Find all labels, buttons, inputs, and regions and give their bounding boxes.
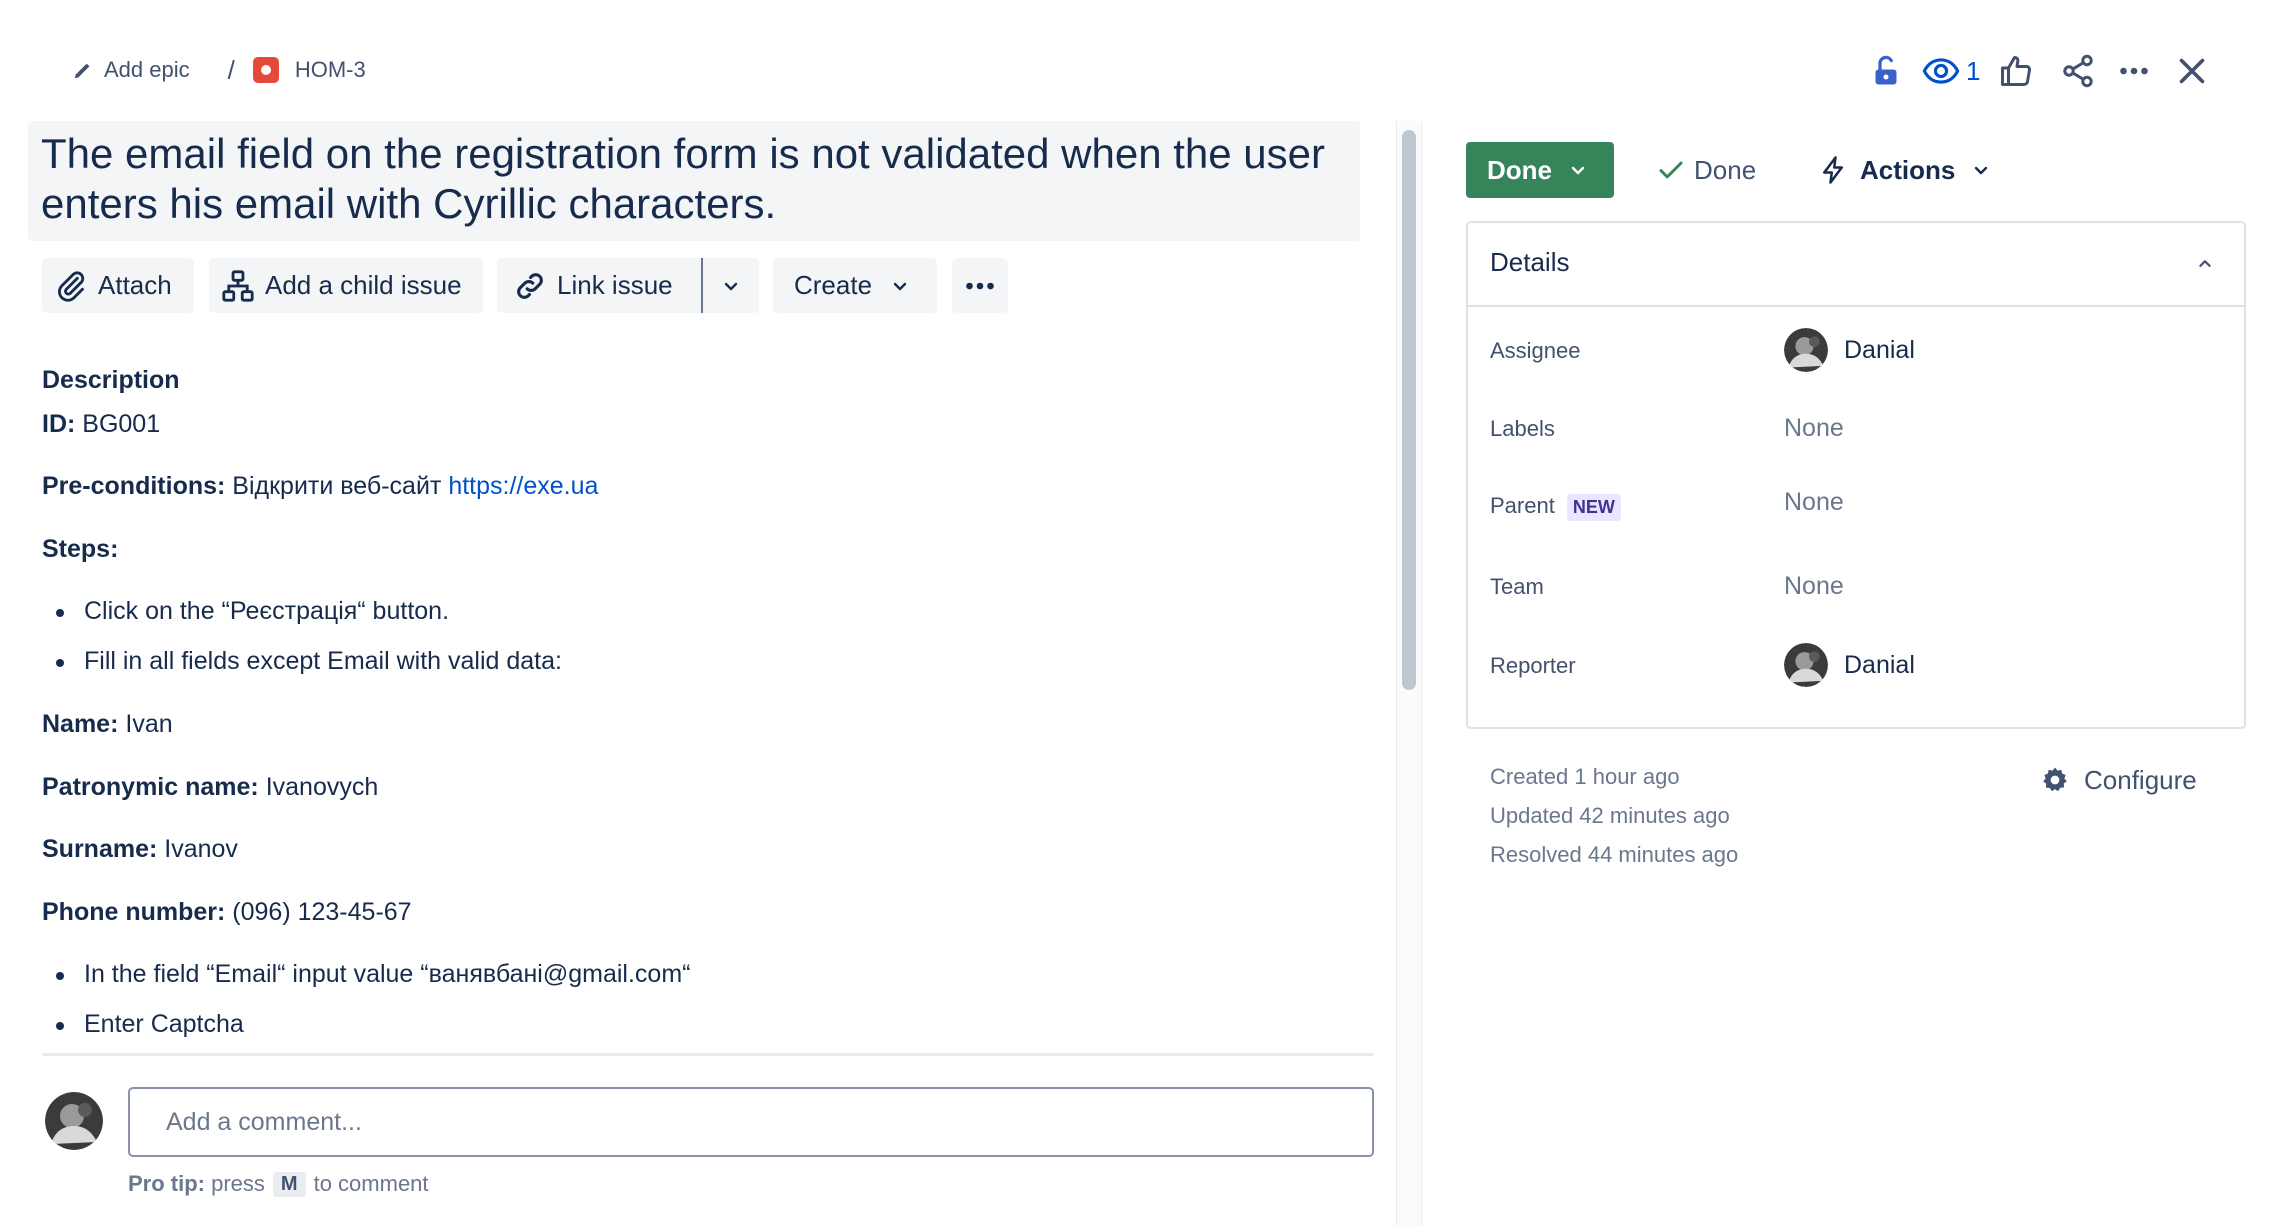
add-epic-link[interactable]: Add epic [104, 57, 190, 83]
issue-key-link[interactable]: HOM-3 [295, 57, 366, 83]
reporter-name: Danial [1844, 650, 1915, 679]
list-item: In the field “Email“ input value “ванявб… [42, 960, 690, 989]
close-icon[interactable] [2174, 46, 2210, 96]
parent-value[interactable]: None [1784, 488, 1844, 517]
add-child-issue-label: Add a child issue [265, 270, 462, 300]
paperclip-icon [58, 270, 85, 302]
status-label: Done [1487, 154, 1552, 185]
assignee-label: Assignee [1490, 338, 1581, 363]
site-link[interactable]: https://exe.ua [448, 472, 598, 500]
bug-icon [252, 57, 279, 83]
details-title: Details [1490, 247, 1570, 277]
field-surname: Surname: Ivanov [42, 835, 238, 863]
labels-value[interactable]: None [1784, 414, 1844, 443]
field-phone: Phone number: (096) 123-45-67 [42, 898, 412, 926]
breadcrumb: Add epic / HOM-3 [72, 52, 366, 88]
configure-label: Configure [2084, 764, 2197, 795]
lightning-icon [1823, 156, 1843, 184]
new-badge: NEW [1566, 493, 1621, 521]
status-button[interactable]: Done [1466, 142, 1614, 198]
details-header[interactable]: Details [1468, 223, 2244, 307]
eye-icon [1922, 58, 1960, 84]
chevron-up-icon [2199, 260, 2211, 267]
issue-header-actions: 1 [1848, 46, 2288, 96]
more-actions-button[interactable] [952, 258, 1008, 313]
gear-icon [2043, 767, 2067, 792]
watch-button[interactable]: 1 [1922, 46, 1980, 96]
add-child-issue-button[interactable]: Add a child issue [209, 258, 483, 313]
resolved-timestamp: Resolved 44 minutes ago [1490, 842, 1739, 867]
labels-label: Labels [1490, 416, 1555, 441]
team-value[interactable]: None [1784, 572, 1844, 601]
resolution-status: Done [1656, 142, 1756, 198]
avatar [45, 1092, 103, 1150]
reporter-field[interactable]: Danial [1784, 640, 1915, 690]
unlock-icon[interactable] [1868, 46, 1904, 96]
keyboard-key: M [272, 1171, 306, 1197]
team-label: Team [1490, 574, 1544, 599]
description-preconditions: Pre-conditions: Відкрити веб-сайт https:… [42, 472, 599, 500]
more-icon [966, 282, 994, 289]
chevron-down-icon [1975, 166, 1988, 175]
comment-divider [42, 1053, 1374, 1056]
attach-button[interactable]: Attach [42, 258, 194, 313]
actions-label: Actions [1860, 154, 1956, 185]
updated-timestamp: Updated 42 minutes ago [1490, 803, 1730, 828]
avatar [1784, 643, 1828, 687]
attach-label: Attach [98, 270, 172, 300]
watch-count: 1 [1966, 55, 1981, 86]
description-id: ID: BG001 [42, 410, 161, 438]
avatar [1784, 328, 1828, 372]
steps-heading: Steps: [42, 535, 119, 563]
link-issue-button[interactable]: Link issue [497, 258, 701, 313]
thumbs-up-icon[interactable] [1998, 46, 2034, 96]
created-timestamp: Created 1 hour ago [1490, 764, 1680, 789]
assignee-field[interactable]: Danial [1784, 325, 1915, 375]
reporter-label: Reporter [1490, 653, 1576, 678]
list-item: Enter Captcha [42, 1010, 244, 1039]
breadcrumb-separator: / [227, 54, 235, 85]
parent-label: Parent NEW [1490, 493, 1621, 521]
issue-title[interactable]: The email field on the registration form… [28, 121, 1360, 241]
chevron-down-icon [893, 282, 907, 290]
description-heading: Description [42, 366, 180, 394]
link-issue-label: Link issue [557, 270, 673, 300]
actions-button[interactable]: Actions [1818, 142, 1993, 198]
assignee-name: Danial [1844, 335, 1915, 364]
comment-input[interactable]: Add a comment... [128, 1087, 1374, 1157]
resolution-label: Done [1694, 154, 1757, 185]
configure-button[interactable]: Configure [2040, 762, 2197, 798]
link-icon [517, 272, 543, 299]
chevron-down-icon [1571, 166, 1585, 175]
create-label: Create [794, 270, 873, 300]
scrollbar-thumb[interactable] [1402, 130, 1416, 690]
pro-tip: Pro tip: press M to comment [128, 1171, 429, 1197]
link-issue-dropdown[interactable] [703, 258, 759, 313]
list-item: Fill in all fields except Email with val… [42, 647, 562, 676]
field-patronymic: Patronymic name: Ivanovych [42, 773, 379, 801]
list-item: Click on the “Реєстрація“ button. [42, 597, 449, 626]
pencil-icon [74, 63, 90, 79]
chevron-down-icon [724, 282, 738, 290]
create-button[interactable]: Create [773, 258, 937, 313]
details-panel: Details Assignee Danial Labels None Pare… [1466, 221, 2246, 729]
check-icon [1659, 161, 1683, 179]
field-name: Name: Ivan [42, 710, 173, 738]
hierarchy-icon [222, 269, 254, 302]
more-icon[interactable] [2116, 46, 2152, 96]
share-icon[interactable] [2060, 46, 2096, 96]
